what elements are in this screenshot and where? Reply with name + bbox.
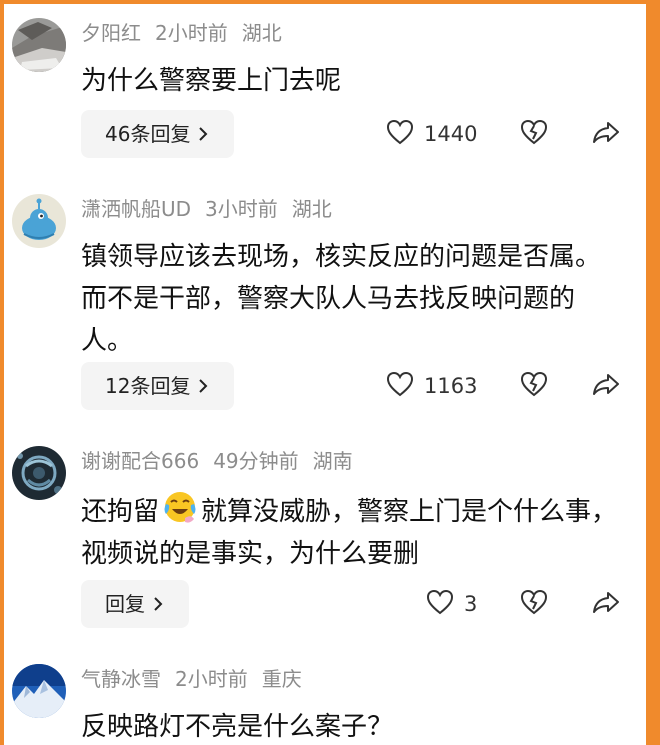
comment-meta: 气静冰雪 2小时前 重庆 (81, 664, 316, 694)
like-button[interactable]: 1163 (386, 362, 477, 410)
avatar[interactable] (12, 194, 66, 248)
comment-meta: 潇洒帆船UD 3小时前 湖北 (81, 194, 346, 224)
share-button[interactable] (592, 110, 620, 158)
avatar[interactable] (12, 18, 66, 72)
like-count: 3 (464, 592, 478, 616)
share-button[interactable] (592, 362, 620, 410)
like-button[interactable]: 1440 (386, 110, 477, 158)
heart-icon (386, 371, 414, 401)
timestamp: 49分钟前 (213, 449, 299, 473)
location: 湖北 (291, 197, 332, 221)
author-name[interactable]: 谢谢配合666 (81, 449, 199, 473)
comment-actions: 1163 (4, 362, 646, 410)
comment-text: 为什么警察要上门去呢 (81, 66, 342, 96)
timestamp: 3小时前 (205, 197, 278, 221)
like-button[interactable]: 3 (426, 580, 477, 628)
comment-text: 还拘留 就算没威胁，警察上门是个什么事，视频说的是事实，为什么要删 (81, 488, 626, 575)
location: 重庆 (261, 667, 302, 691)
dislike-button[interactable] (520, 580, 548, 628)
timestamp: 2小时前 (155, 21, 228, 45)
comment-actions: 1440 (4, 110, 646, 158)
comment-actions: 3 (4, 580, 646, 628)
comment-text: 反映路灯不亮是什么案子？ (81, 712, 394, 742)
avatar[interactable] (12, 446, 66, 500)
like-count: 1163 (424, 374, 478, 398)
comment-list: 夕阳红 2小时前 湖北 为什么警察要上门去呢 46条回复 1440 潇洒帆船UD… (4, 4, 646, 745)
like-count: 1440 (424, 122, 478, 146)
share-button[interactable] (592, 580, 620, 628)
author-name[interactable]: 气静冰雪 (81, 667, 161, 691)
broken-heart-icon (520, 589, 548, 619)
location: 湖北 (241, 21, 282, 45)
comment-meta: 谢谢配合666 49分钟前 湖南 (81, 446, 367, 476)
crying-laughing-emoji (161, 488, 199, 526)
dislike-button[interactable] (520, 110, 548, 158)
share-arrow-icon (592, 120, 620, 148)
broken-heart-icon (520, 371, 548, 401)
comment-meta: 夕阳红 2小时前 湖北 (81, 18, 296, 48)
author-name[interactable]: 潇洒帆船UD (81, 197, 191, 221)
share-arrow-icon (592, 590, 620, 618)
dislike-button[interactable] (520, 362, 548, 410)
timestamp: 2小时前 (175, 667, 248, 691)
comment-text: 镇领导应该去现场，核实反应的问题是否属。而不是干部，警察大队人马去找反映问题的人… (81, 242, 602, 356)
comment-text-start: 还拘留 (81, 497, 160, 527)
heart-icon (386, 119, 414, 149)
author-name[interactable]: 夕阳红 (81, 21, 141, 45)
location: 湖南 (312, 449, 353, 473)
share-arrow-icon (592, 372, 620, 400)
avatar[interactable] (12, 664, 66, 718)
broken-heart-icon (520, 119, 548, 149)
heart-icon (426, 589, 454, 619)
